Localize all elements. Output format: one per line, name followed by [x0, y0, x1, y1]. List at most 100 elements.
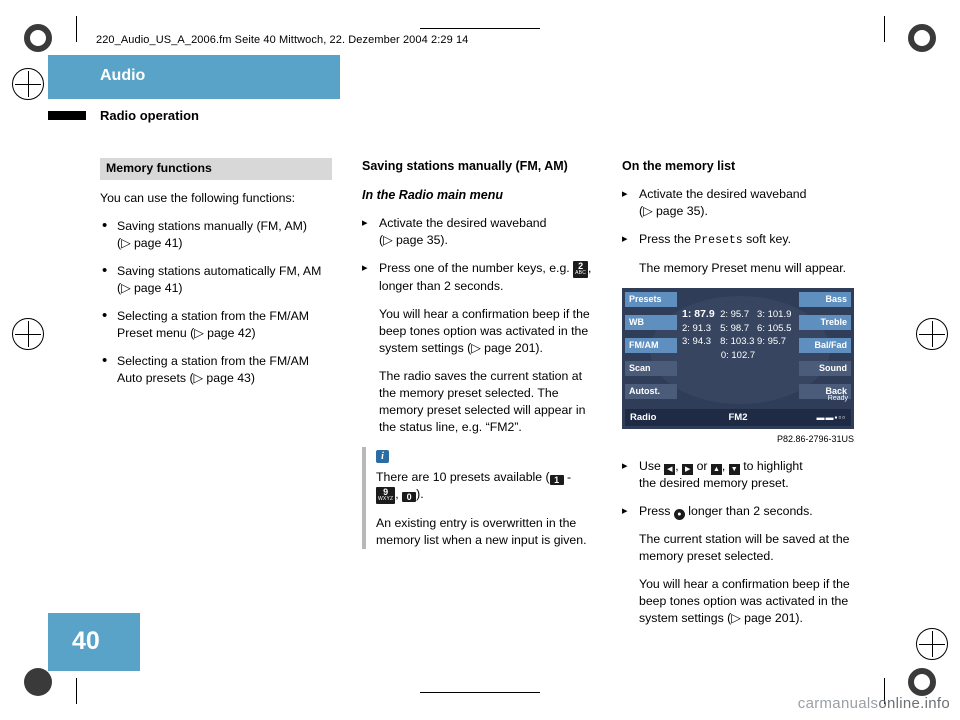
note-paragraph-1: There are 10 presets available (1 - 9 WXY…: [376, 470, 572, 504]
info-note: i There are 10 presets available (1 - 9W…: [362, 447, 594, 549]
list-item: Saving stations automatically FM, AM (▷ …: [100, 262, 332, 297]
list-item: Saving stations manually (FM, AM) (▷ pag…: [100, 217, 332, 252]
crop-mark-top-center-h: [420, 28, 540, 29]
step-activate-waveband: Activate the desired waveband (▷ page 35…: [362, 215, 594, 249]
list-item-line-1: Saving stations automatically FM, AM: [117, 264, 322, 278]
step-text-pre: Use: [639, 459, 661, 473]
signal-strength-icon: ▬▬▪▫▫: [816, 413, 846, 422]
figure-caption: P82.86-2796-31US: [776, 434, 854, 444]
crop-reg-right-bottom: [916, 628, 948, 660]
softkey-scan[interactable]: Scan: [625, 361, 677, 376]
radio-display-figure: Presets WB FM/AM Scan Autost. Bass Trebl…: [622, 288, 854, 429]
softkey-presets[interactable]: Presets: [625, 292, 677, 307]
watermark: carmanualsonline.info: [798, 695, 950, 712]
list-item: Selecting a station from the FM/AM Auto …: [100, 352, 332, 387]
crop-mark-top-left-v: [76, 16, 77, 42]
preset-cell-6[interactable]: 6: 105.5: [757, 322, 794, 336]
preset-cell-8[interactable]: 8: 103.3: [720, 335, 757, 349]
column-three: On the memory list Activate the desired …: [622, 158, 854, 638]
number-key-9-digit: 9: [383, 487, 389, 497]
preset-list: 1: 87.9 2: 95.7 3: 101.9 2: 91.3 5: 98.7…: [682, 308, 794, 362]
memory-functions-list: Saving stations manually (FM, AM) (▷ pag…: [100, 217, 332, 387]
list-item: Selecting a station from the FM/AM Prese…: [100, 307, 332, 342]
step-line-1: Press one of the number keys, e.g.: [379, 261, 570, 275]
crop-mark-top-right-v: [884, 16, 885, 42]
preset-cell-0[interactable]: 0: 102.7: [721, 350, 755, 361]
step-text-pre: Press: [639, 504, 671, 518]
preset-cell-3[interactable]: 3: 101.9: [757, 308, 794, 322]
preset-cell-2[interactable]: 2: 95.7: [720, 308, 757, 322]
ready-status-label: Ready: [827, 395, 848, 402]
number-key-2-digit: 2: [578, 261, 584, 271]
softkey-wb[interactable]: WB: [625, 315, 677, 330]
preset-row: 3: 94.3 8: 103.3 9: 95.7: [682, 335, 794, 349]
number-key-0-icon: 0: [402, 492, 417, 502]
step-line-2: longer than 2 seconds.: [379, 279, 504, 293]
watermark-text-b: online.info: [878, 695, 950, 712]
registration-mark-bottom-right: [908, 668, 936, 696]
step-text-or: or: [696, 459, 708, 473]
softkey-autost[interactable]: Autost.: [625, 384, 677, 399]
memory-functions-heading: Memory functions: [100, 158, 332, 180]
crop-mark-bottom-left-v: [76, 678, 77, 704]
step-press-number-key: Press one of the number keys, e.g. 2ABC,…: [362, 260, 594, 295]
number-key-0-digit: 0: [406, 492, 412, 502]
softkey-fm-am[interactable]: FM/AM: [625, 338, 677, 353]
registration-mark-top-left: [24, 24, 52, 52]
number-key-9-letters: WXYZ: [378, 496, 394, 502]
step-line-2: the desired memory preset.: [639, 476, 789, 490]
preset-cell-9[interactable]: 9: 95.7: [757, 335, 794, 349]
crop-reg-left-top: [12, 68, 44, 100]
note-text-a: There are 10 presets available (: [376, 470, 550, 484]
list-item-line-2: Auto presets (▷ page 43): [117, 371, 255, 385]
number-key-2-letters: ABC: [575, 270, 587, 276]
step-line-1: Activate the desired waveband: [639, 187, 807, 201]
section-title: Radio operation: [100, 108, 199, 123]
confirmation-beep-paragraph: You will hear a confirmation beep if the…: [379, 307, 590, 355]
arrow-down-icon: ▼: [728, 464, 740, 475]
intro-paragraph: You can use the following functions:: [100, 191, 296, 205]
status-line: Radio FM2 ▬▬▪▫▫: [625, 409, 851, 426]
list-item-line-1: Saving stations manually (FM, AM): [117, 219, 307, 233]
arrow-up-icon: ▲: [710, 464, 722, 475]
column-one: Memory functions You can use the followi…: [100, 158, 332, 398]
crop-reg-right-mid: [916, 318, 948, 350]
list-item-line-2: (▷ page 41): [117, 281, 183, 295]
registration-mark-bottom-left: [24, 668, 52, 696]
softkey-sound[interactable]: Sound: [799, 361, 851, 376]
status-source-label: Radio: [630, 412, 657, 423]
page-number: 40: [72, 627, 100, 655]
crop-mark-bottom-center-h: [420, 692, 540, 693]
softkey-bass[interactable]: Bass: [799, 292, 851, 307]
page-number-tab: 40: [48, 613, 140, 671]
step-use-arrow-keys: Use ◀, ▶ or ▲, ▼ to highlight the desire…: [622, 458, 854, 492]
ok-key-icon: ●: [673, 509, 685, 520]
preset-cell-7[interactable]: 3: 94.3: [682, 335, 720, 349]
number-key-1-icon: 1: [549, 475, 564, 485]
radio-saves-paragraph: The radio saves the current station at t…: [379, 369, 586, 434]
preset-cell-5[interactable]: 5: 98.7: [720, 322, 757, 336]
list-item-line-2: (▷ page 41): [117, 236, 183, 250]
step-press-presets-softkey: Press the Presets soft key.: [622, 231, 854, 249]
note-text-c: ).: [416, 487, 424, 501]
col2-heading: Saving stations manually (FM, AM): [362, 159, 568, 173]
softkey-treble[interactable]: Treble: [799, 315, 851, 330]
step-line-2: (▷ page 35).: [379, 233, 448, 247]
step-line-1: Activate the desired waveband: [379, 216, 547, 230]
list-item-line-1: Selecting a station from the FM/AM: [117, 309, 310, 323]
step-activate-waveband-memory: Activate the desired waveband (▷ page 35…: [622, 186, 854, 220]
softkey-bal-fad[interactable]: Bal/Fad: [799, 338, 851, 353]
step-press-ok: Press ● longer than 2 seconds.: [622, 503, 854, 520]
info-icon: i: [376, 450, 389, 463]
preset-cell-1[interactable]: 1: 87.9: [682, 308, 720, 322]
registration-mark-top-right: [908, 24, 936, 52]
preset-cell-4[interactable]: 2: 91.3: [682, 322, 720, 336]
watermark-text-a: carmanuals: [797, 695, 879, 712]
arrow-right-icon: ▶: [682, 464, 694, 475]
step-text-post: longer than 2 seconds.: [688, 504, 813, 518]
preset-row-center: 0: 102.7: [682, 349, 794, 363]
file-info-line: 220_Audio_US_A_2006.fm Seite 40 Mittwoch…: [96, 34, 469, 46]
preset-menu-appears-paragraph: The memory Preset menu will appear.: [639, 261, 847, 275]
preset-row: 1: 87.9 2: 95.7 3: 101.9: [682, 308, 794, 322]
crop-reg-left-mid: [12, 318, 44, 350]
